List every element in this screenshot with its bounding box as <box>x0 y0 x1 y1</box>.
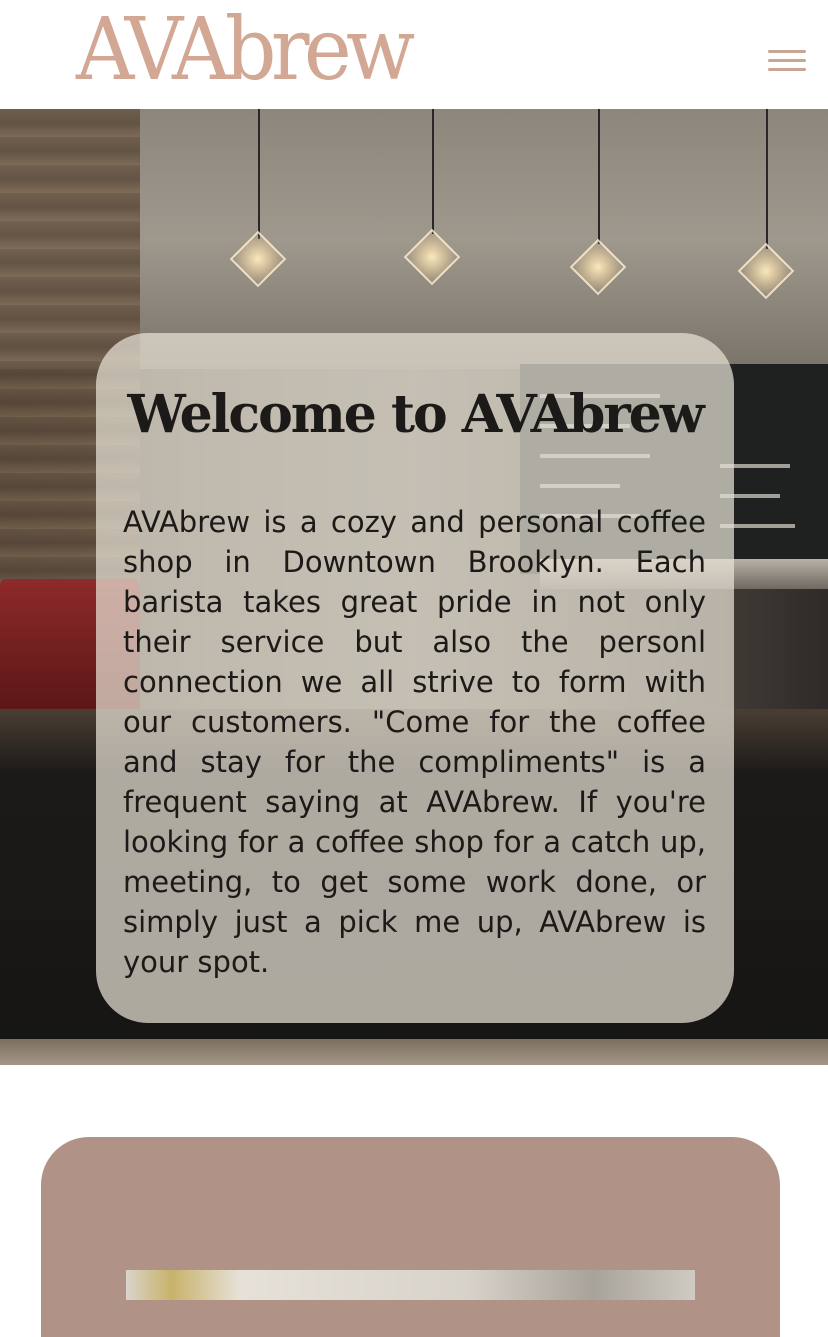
hero-section: Welcome to AVAbrew AVAbrew is a cozy and… <box>0 109 828 1065</box>
welcome-description: AVAbrew is a cozy and personal coffee sh… <box>123 505 706 979</box>
site-header: AVAbrew <box>0 0 828 109</box>
site-logo[interactable]: AVAbrew <box>76 2 415 98</box>
menu-bar-top <box>768 50 806 53</box>
featured-photo <box>126 1270 695 1300</box>
menu-bar-bottom <box>768 68 806 71</box>
welcome-title: Welcome to AVAbrew <box>127 384 704 445</box>
welcome-card: Welcome to AVAbrew AVAbrew is a cozy and… <box>96 333 734 1023</box>
hamburger-menu-icon[interactable] <box>768 50 808 74</box>
menu-bar-middle <box>768 59 806 62</box>
featured-section <box>41 1137 780 1337</box>
